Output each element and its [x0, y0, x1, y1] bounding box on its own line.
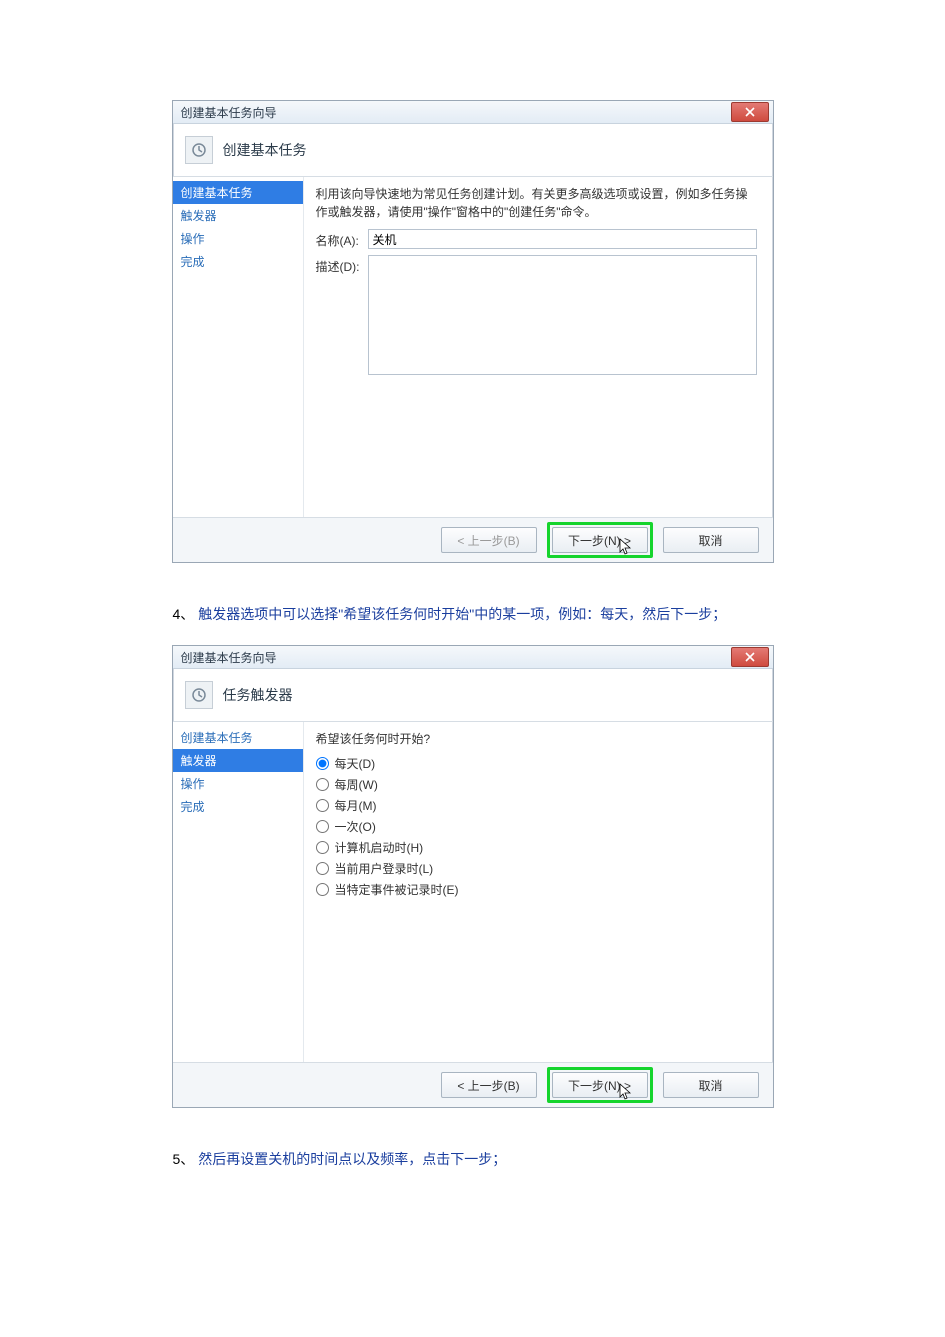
radio-once[interactable]: 一次(O) — [316, 818, 757, 835]
dialog-content: 希望该任务何时开始? 每天(D) 每周(W) 每月(M) 一次(O) 计算机启动… — [304, 722, 773, 1062]
page-title: 任务触发器 — [223, 685, 293, 705]
step-number: 5、 — [173, 1151, 195, 1167]
cancel-button[interactable]: 取消 — [663, 1072, 759, 1098]
dialog-header: 创建基本任务 — [173, 124, 773, 177]
radio-input[interactable] — [316, 799, 329, 812]
dialog-content: 利用该向导快速地为常见任务创建计划。有关更多高级选项或设置，例如多任务操作或触发… — [304, 177, 773, 517]
dialog-header: 任务触发器 — [173, 669, 773, 722]
cancel-button[interactable]: 取消 — [663, 527, 759, 553]
radio-event[interactable]: 当特定事件被记录时(E) — [316, 881, 757, 898]
radio-startup[interactable]: 计算机启动时(H) — [316, 839, 757, 856]
intro-text: 利用该向导快速地为常见任务创建计划。有关更多高级选项或设置，例如多任务操作或触发… — [316, 185, 757, 221]
radio-input[interactable] — [316, 820, 329, 833]
wizard-icon — [185, 681, 213, 709]
radio-input[interactable] — [316, 757, 329, 770]
sidebar-item-action[interactable]: 操作 — [173, 227, 303, 250]
sidebar-item-action[interactable]: 操作 — [173, 772, 303, 795]
description-input[interactable] — [368, 255, 757, 375]
radio-weekly[interactable]: 每周(W) — [316, 776, 757, 793]
next-button-highlight: 下一步(N) > — [547, 522, 653, 558]
close-icon — [745, 107, 755, 117]
next-button[interactable]: 下一步(N) > — [552, 527, 648, 553]
next-button-highlight: 下一步(N) > — [547, 1067, 653, 1103]
wizard-dialog-trigger: 创建基本任务向导 任务触发器 创建基本任务 触发器 操作 完成 希望该任务何时开… — [172, 645, 774, 1108]
dialog-footer: < 上一步(B) 下一步(N) > 取消 — [173, 1062, 773, 1107]
page-title: 创建基本任务 — [223, 140, 307, 160]
radio-monthly[interactable]: 每月(M) — [316, 797, 757, 814]
instruction-step-4: 4、触发器选项中可以选择"希望该任务何时开始"中的某一项，例如：每天，然后下一步… — [173, 603, 773, 625]
wizard-sidebar: 创建基本任务 触发器 操作 完成 — [173, 177, 304, 517]
trigger-question: 希望该任务何时开始? — [316, 730, 757, 747]
step-body: 然后再设置关机的时间点以及频率，点击下一步； — [198, 1151, 506, 1167]
titlebar: 创建基本任务向导 — [173, 101, 773, 124]
titlebar: 创建基本任务向导 — [173, 646, 773, 669]
radio-input[interactable] — [316, 862, 329, 875]
instruction-step-5: 5、然后再设置关机的时间点以及频率，点击下一步； — [173, 1148, 773, 1170]
wizard-icon — [185, 136, 213, 164]
sidebar-item-finish[interactable]: 完成 — [173, 795, 303, 818]
close-button[interactable] — [731, 647, 769, 667]
next-button[interactable]: 下一步(N) > — [552, 1072, 648, 1098]
sidebar-item-trigger[interactable]: 触发器 — [173, 749, 303, 772]
close-icon — [745, 652, 755, 662]
step-body: 触发器选项中可以选择"希望该任务何时开始"中的某一项，例如：每天，然后下一步； — [198, 606, 726, 622]
dialog-title: 创建基本任务向导 — [181, 104, 277, 121]
sidebar-item-trigger[interactable]: 触发器 — [173, 204, 303, 227]
sidebar-item-create-basic[interactable]: 创建基本任务 — [173, 181, 303, 204]
description-label: 描述(D): — [316, 255, 368, 275]
step-number: 4、 — [173, 606, 195, 622]
wizard-dialog-basic-task: 创建基本任务向导 创建基本任务 创建基本任务 触发器 操作 完成 利用该向导快速… — [172, 100, 774, 563]
sidebar-item-finish[interactable]: 完成 — [173, 250, 303, 273]
back-button[interactable]: < 上一步(B) — [441, 527, 537, 553]
back-button[interactable]: < 上一步(B) — [441, 1072, 537, 1098]
wizard-sidebar: 创建基本任务 触发器 操作 完成 — [173, 722, 304, 1062]
dialog-title: 创建基本任务向导 — [181, 649, 277, 666]
sidebar-item-create-basic[interactable]: 创建基本任务 — [173, 726, 303, 749]
radio-input[interactable] — [316, 841, 329, 854]
name-input[interactable] — [368, 229, 757, 249]
radio-logon[interactable]: 当前用户登录时(L) — [316, 860, 757, 877]
close-button[interactable] — [731, 102, 769, 122]
radio-daily[interactable]: 每天(D) — [316, 755, 757, 772]
radio-input[interactable] — [316, 883, 329, 896]
name-label: 名称(A): — [316, 229, 368, 249]
dialog-footer: < 上一步(B) 下一步(N) > 取消 — [173, 517, 773, 562]
radio-input[interactable] — [316, 778, 329, 791]
